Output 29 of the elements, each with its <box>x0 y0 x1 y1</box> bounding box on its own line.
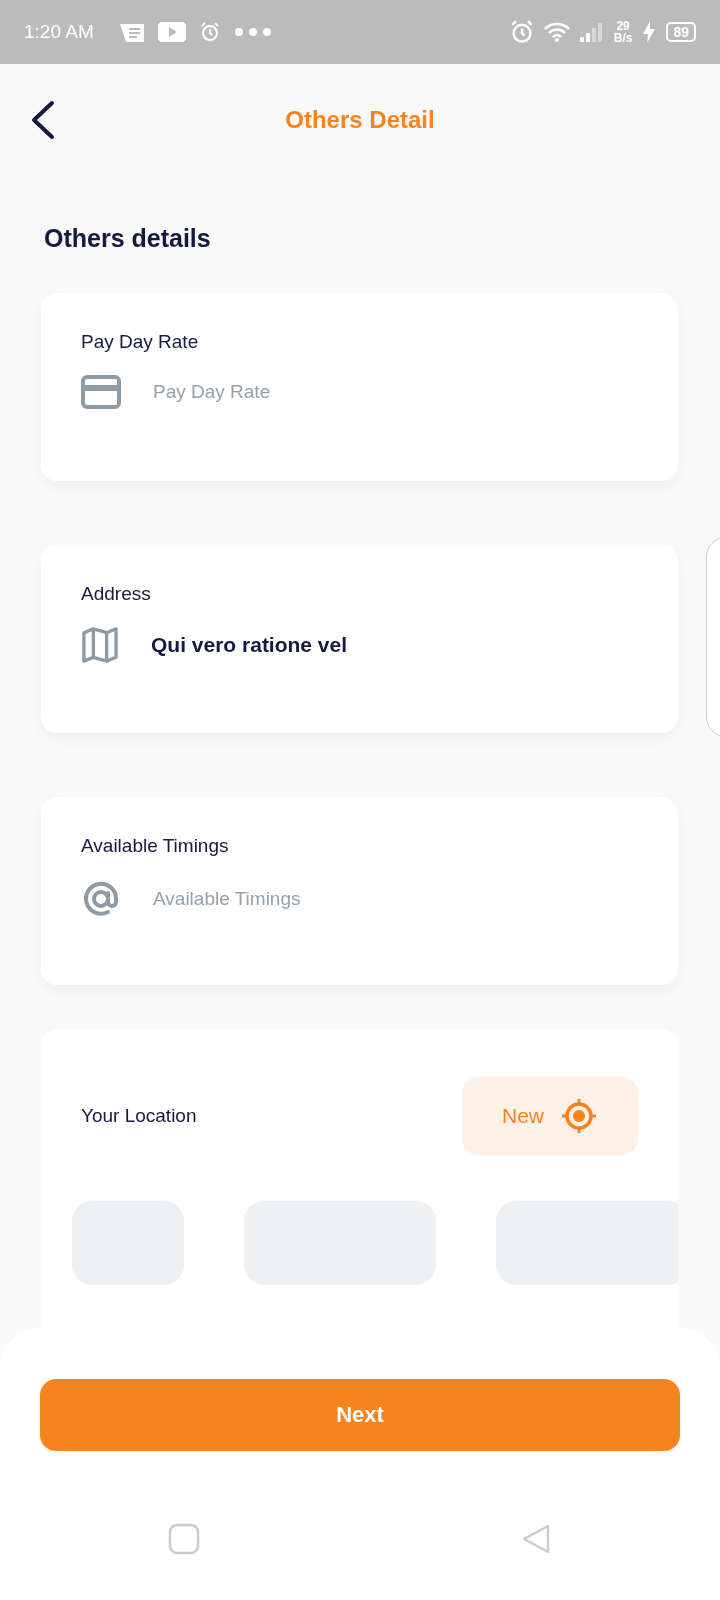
network-speed: 29 <box>616 20 630 32</box>
charging-icon <box>642 21 657 43</box>
input-field[interactable]: Available Timings <box>153 888 301 910</box>
map-icon <box>81 627 119 663</box>
section-title: Others details <box>44 224 211 253</box>
battery-level: 89 <box>666 22 696 42</box>
input-field[interactable]: Pay Day Rate <box>153 381 271 403</box>
wifi-icon <box>543 22 570 42</box>
target-icon <box>560 1097 598 1135</box>
alarm-icon <box>199 22 220 42</box>
video-icon <box>157 22 186 42</box>
field-label: Pay Day Rate <box>81 331 199 353</box>
new-location-button[interactable]: New <box>462 1077 638 1155</box>
location-label: Your Location <box>81 1105 197 1127</box>
at-sign-icon <box>81 879 121 919</box>
page-title: Others Detail <box>285 106 435 134</box>
more-icon <box>233 27 272 37</box>
field-label: Address <box>81 583 151 605</box>
field-label: Available Timings <box>81 835 229 857</box>
network-unit: B/s <box>613 32 633 44</box>
credit-card-icon <box>81 375 121 409</box>
field-value[interactable]: Qui vero ratione vel <box>151 633 348 657</box>
signal-icon <box>579 22 604 42</box>
next-button[interactable]: Next <box>40 1379 680 1451</box>
alarm-icon <box>509 20 534 44</box>
home-square-icon[interactable] <box>168 1523 200 1555</box>
notes-icon <box>119 22 144 42</box>
back-triangle-icon[interactable] <box>520 1523 552 1555</box>
status-time: 1:20 AM <box>24 21 94 43</box>
